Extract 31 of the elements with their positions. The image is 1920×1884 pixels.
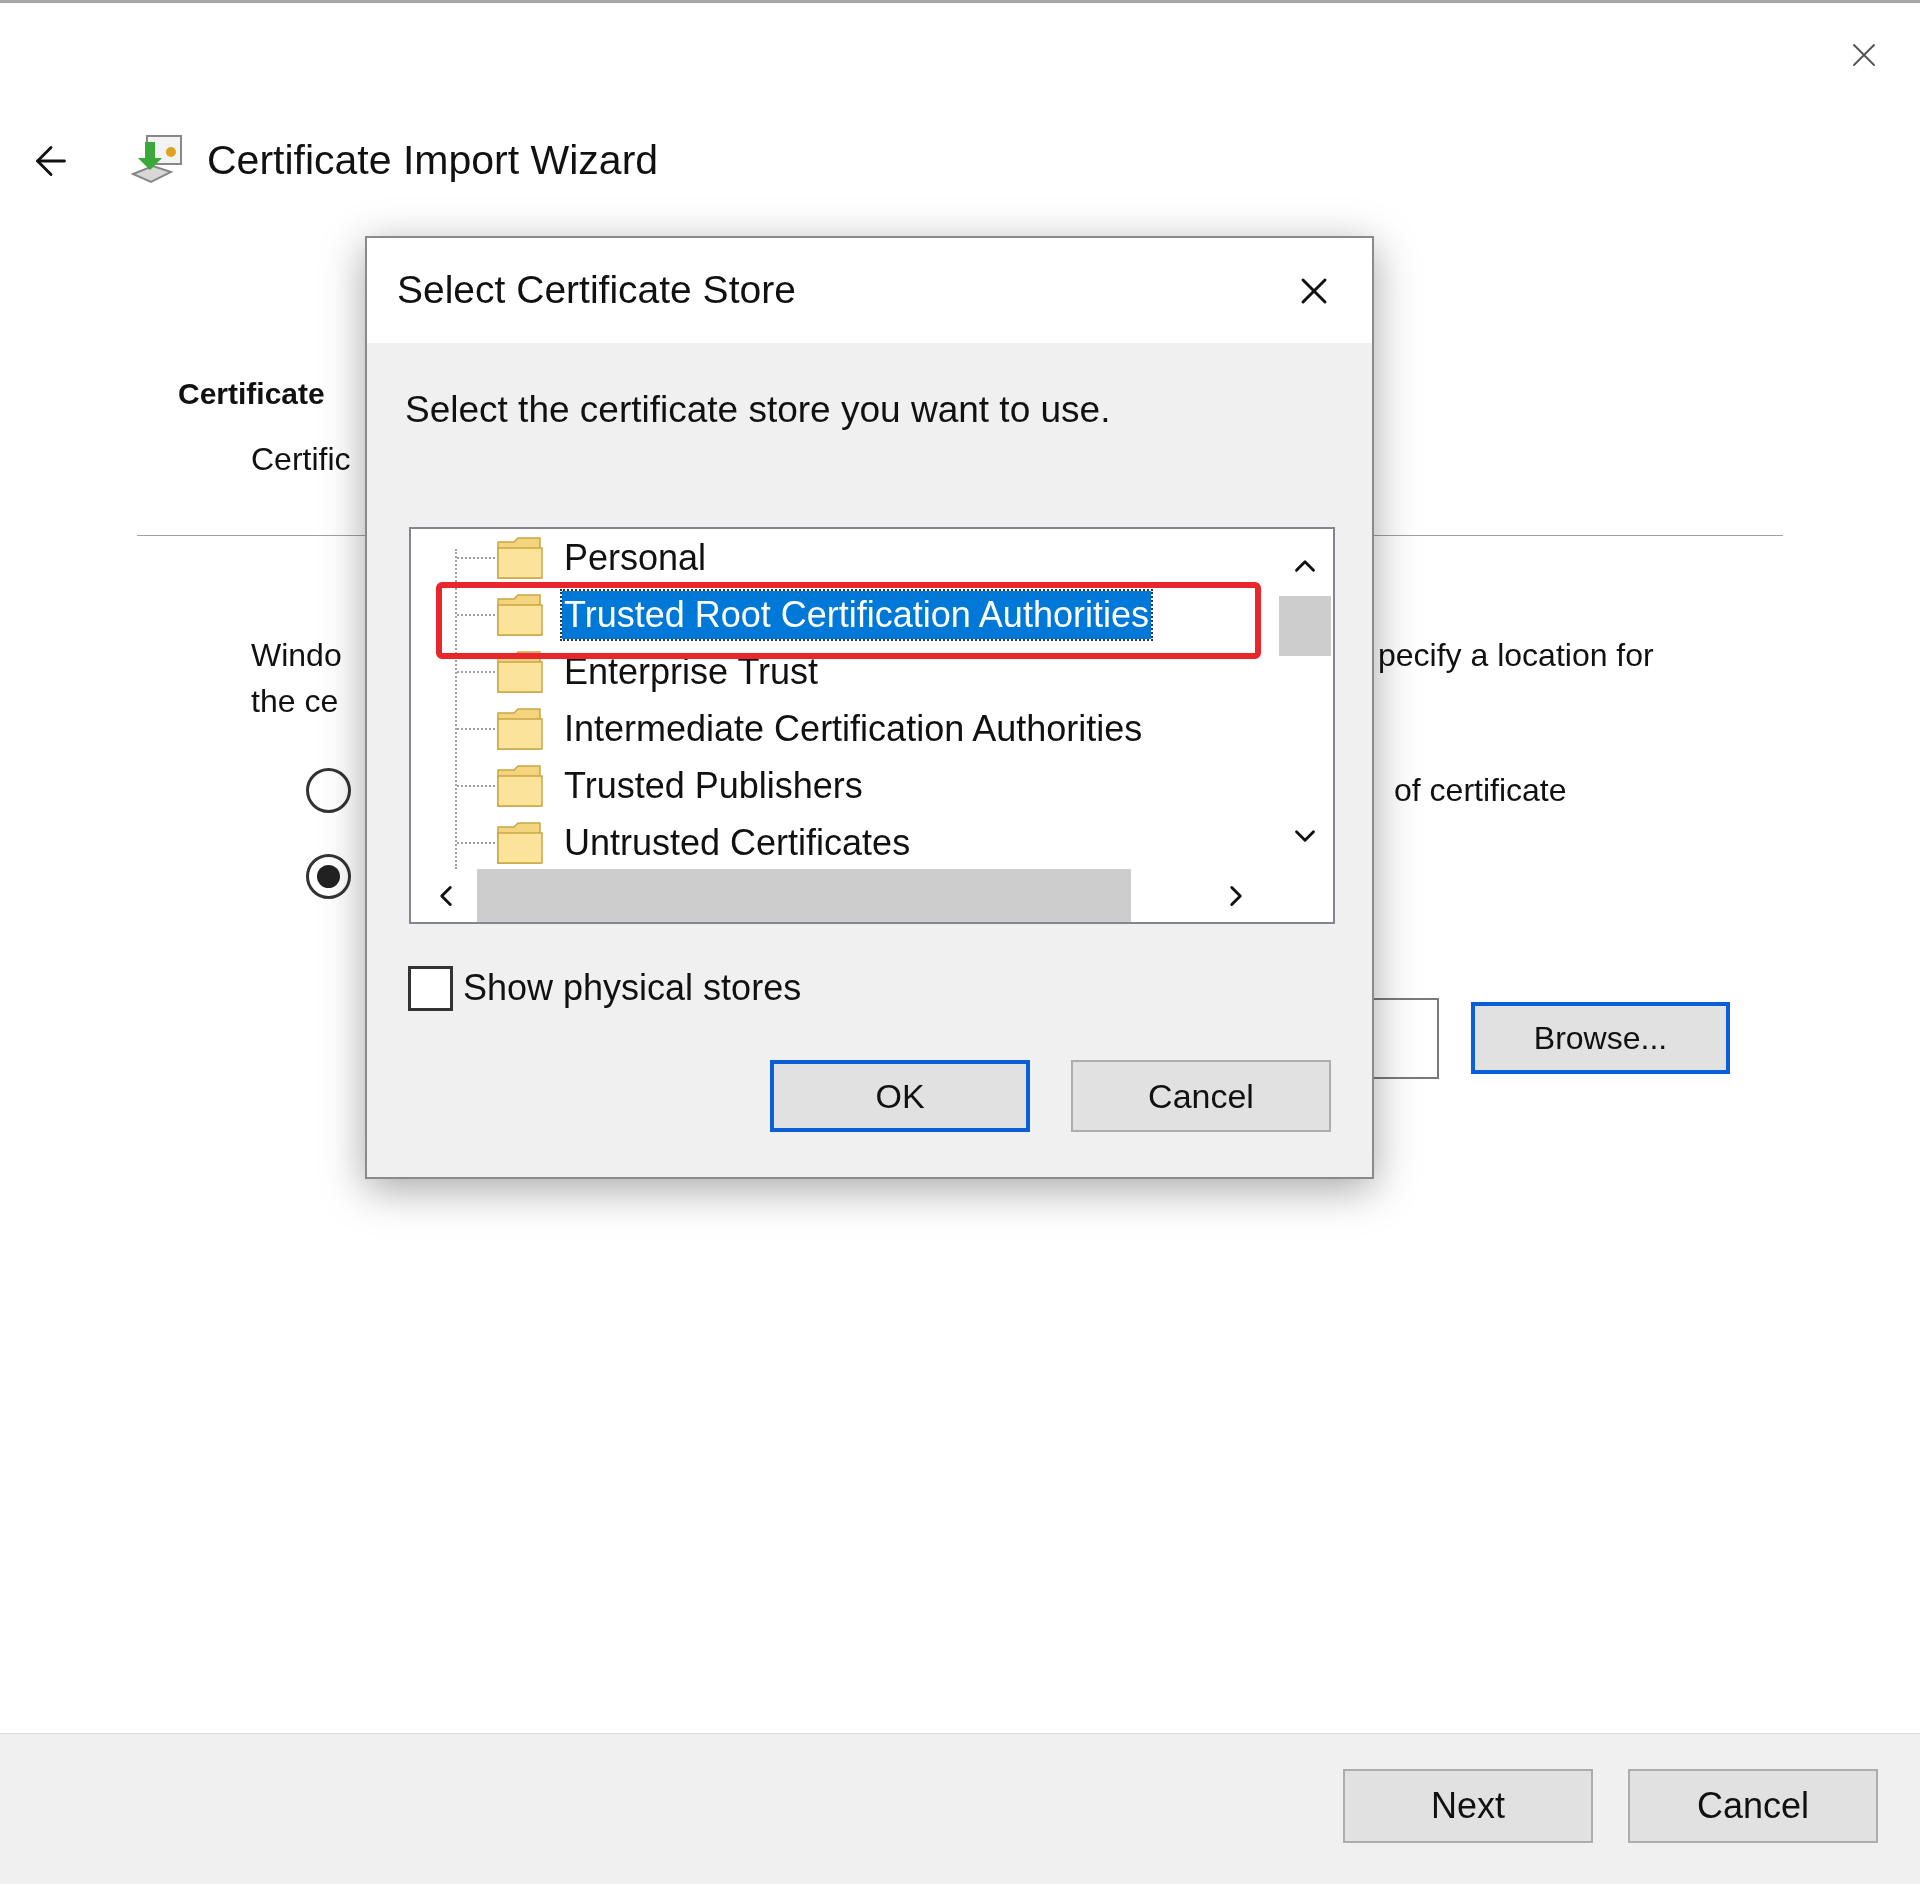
tree-item[interactable]: Personal [562, 533, 709, 582]
description-text: Windo [251, 637, 342, 673]
footer-button[interactable]: Next [1343, 1769, 1593, 1843]
browse-button[interactable]: Browse... [1471, 1002, 1730, 1074]
section-heading: Certificate [178, 375, 325, 412]
tree-item[interactable]: Untrusted Certificates [562, 818, 913, 867]
footer-button[interactable]: Cancel [1628, 1769, 1878, 1843]
tree-item[interactable]: Enterprise Trust [562, 647, 821, 696]
scroll-thumb[interactable] [1279, 596, 1331, 656]
checkbox-label: Show physical stores [463, 966, 802, 1010]
tree-item[interactable]: Trusted Root Certification Authorities [562, 590, 1151, 639]
folder-icon [495, 706, 545, 751]
radio-button[interactable] [306, 853, 351, 899]
folder-icon [495, 592, 545, 637]
radio-label: of certificate [1394, 771, 1567, 810]
description-text: pecify a location for [1378, 636, 1654, 675]
radio-button[interactable] [306, 767, 351, 813]
wizard-title: Certificate Import Wizard [207, 136, 659, 186]
dialog-button[interactable]: OK [770, 1060, 1030, 1132]
tree-item[interactable]: Trusted Publishers [562, 761, 865, 810]
tree-item[interactable]: Intermediate Certification Authorities [562, 704, 1145, 753]
checkbox[interactable] [408, 965, 453, 1011]
dialog-button[interactable]: Cancel [1071, 1060, 1331, 1132]
folder-icon [495, 820, 545, 865]
folder-icon [495, 763, 545, 808]
scroll-thumb[interactable] [477, 869, 1131, 922]
description-text: the ce [251, 683, 339, 719]
dialog-title: Select Certificate Store [397, 267, 796, 314]
folder-icon [495, 535, 545, 580]
section-subheading: Certific [251, 440, 351, 479]
instruction-text: Select the certificate store you want to use. [405, 388, 1111, 433]
